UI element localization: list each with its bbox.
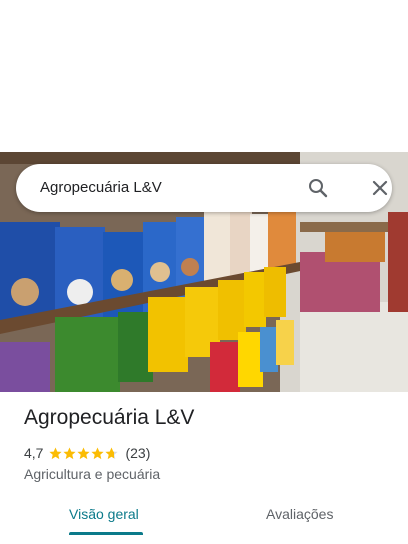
star-icon (105, 447, 119, 459)
tab-overview[interactable]: Visão geral (69, 492, 139, 536)
search-input[interactable]: Agropecuária L&V (40, 164, 162, 212)
star-icon (91, 447, 105, 459)
review-count: (23) (125, 445, 151, 461)
rating-row[interactable]: 4,7 (23) (24, 444, 150, 462)
place-title: Agropecuária L&V (24, 406, 195, 429)
search-bar[interactable]: Agropecuária L&V (16, 164, 392, 212)
tab-reviews[interactable]: Avaliações (266, 492, 333, 536)
map-blank-area (0, 0, 408, 152)
star-icon (77, 447, 91, 459)
star-rating (49, 447, 119, 460)
search-icon[interactable] (306, 176, 330, 200)
tab-bar: Visão geral Avaliações (0, 492, 408, 544)
close-icon[interactable] (368, 176, 392, 200)
star-icon (63, 447, 77, 459)
tab-selected-indicator (69, 532, 143, 535)
rating-value: 4,7 (24, 445, 44, 461)
place-category: Agricultura e pecuária (24, 466, 161, 482)
star-icon (49, 447, 63, 459)
